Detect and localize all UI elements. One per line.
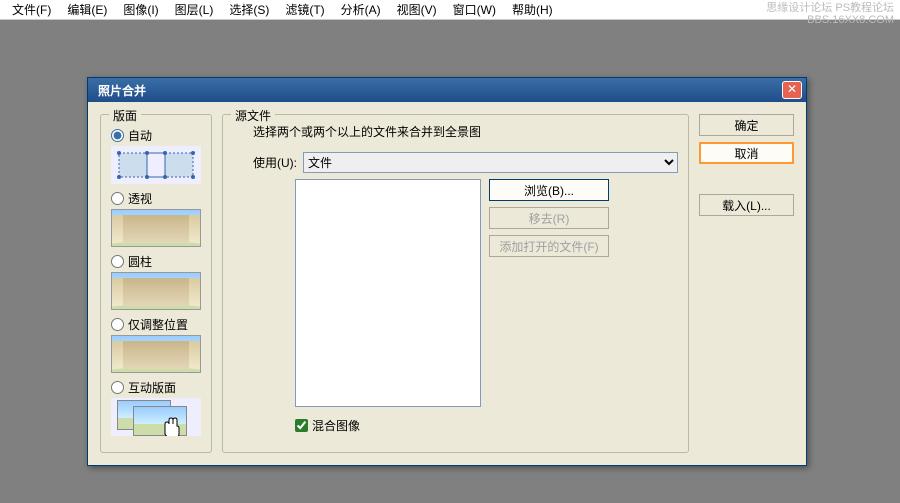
menu-help[interactable]: 帮助(H) — [504, 0, 561, 20]
watermark: 思缘设计论坛 PS教程论坛 BBS.16XX8.COM — [766, 2, 894, 26]
source-legend: 源文件 — [231, 107, 275, 124]
use-select[interactable]: 文件 — [303, 152, 678, 173]
menu-edit[interactable]: 编辑(E) — [59, 0, 115, 20]
menu-image[interactable]: 图像(I) — [115, 0, 166, 20]
blend-checkbox[interactable] — [295, 419, 308, 432]
menu-analysis[interactable]: 分析(A) — [333, 0, 389, 20]
use-label: 使用(U): — [253, 154, 297, 171]
menu-select[interactable]: 选择(S) — [221, 0, 277, 20]
load-button[interactable]: 载入(L)... — [699, 194, 794, 216]
titlebar[interactable]: 照片合并 ✕ — [88, 78, 806, 102]
radio-cylinder[interactable] — [111, 255, 124, 268]
action-buttons: 确定 取消 载入(L)... — [699, 114, 794, 453]
radio-interactive[interactable] — [111, 381, 124, 394]
remove-button[interactable]: 移去(R) — [489, 207, 609, 229]
thumb-reposition — [111, 335, 201, 373]
blend-label: 混合图像 — [312, 417, 360, 434]
layout-legend: 版面 — [109, 107, 141, 124]
close-icon[interactable]: ✕ — [782, 81, 802, 99]
ok-button[interactable]: 确定 — [699, 114, 794, 136]
source-description: 选择两个或两个以上的文件来合并到全景图 — [233, 123, 678, 140]
menu-filter[interactable]: 滤镜(T) — [277, 0, 332, 20]
thumb-cylinder — [111, 272, 201, 310]
photomerge-dialog: 照片合并 ✕ 版面 自动 透视 圆柱 仅调整位置 互动版面 源文件 选择 — [87, 77, 807, 466]
menu-view[interactable]: 视图(V) — [389, 0, 445, 20]
source-fieldset: 源文件 选择两个或两个以上的文件来合并到全景图 使用(U): 文件 浏览(B).… — [222, 114, 689, 453]
file-list[interactable] — [295, 179, 481, 407]
dialog-title: 照片合并 — [92, 82, 146, 99]
browse-button[interactable]: 浏览(B)... — [489, 179, 609, 201]
menu-window[interactable]: 窗口(W) — [445, 0, 504, 20]
add-open-files-button[interactable]: 添加打开的文件(F) — [489, 235, 609, 257]
thumb-auto — [111, 146, 201, 184]
radio-reposition[interactable] — [111, 318, 124, 331]
menu-file[interactable]: 文件(F) — [4, 0, 59, 20]
menu-layer[interactable]: 图层(L) — [167, 0, 222, 20]
radio-auto[interactable] — [111, 129, 124, 142]
layout-fieldset: 版面 自动 透视 圆柱 仅调整位置 互动版面 — [100, 114, 212, 453]
thumb-interactive — [111, 398, 201, 436]
cancel-button[interactable]: 取消 — [699, 142, 794, 164]
radio-perspective[interactable] — [111, 192, 124, 205]
menu-bar: 文件(F) 编辑(E) 图像(I) 图层(L) 选择(S) 滤镜(T) 分析(A… — [0, 0, 900, 20]
thumb-perspective — [111, 209, 201, 247]
hand-icon — [161, 416, 185, 436]
